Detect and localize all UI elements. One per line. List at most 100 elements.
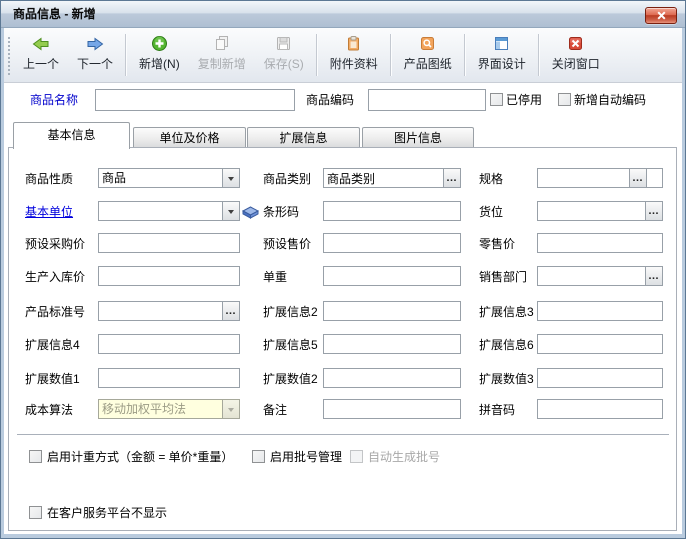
remark-input[interactable] (324, 400, 460, 418)
barcode-field[interactable] (323, 201, 461, 221)
dropdown-button[interactable] (222, 202, 239, 220)
arrow-left-icon (31, 34, 51, 53)
default-sale-price-field[interactable] (323, 233, 461, 253)
ext-info-3-field[interactable] (537, 301, 663, 321)
new-button[interactable]: 新增(N) (130, 28, 189, 82)
next-button[interactable]: 下一个 (68, 28, 122, 82)
base-unit-combo[interactable] (98, 201, 240, 221)
base-unit-link-label[interactable]: 基本单位 (25, 201, 73, 223)
base-unit-value (99, 202, 222, 220)
attachment-button-label: 附件资料 (330, 55, 378, 72)
stopped-checkbox[interactable] (490, 93, 503, 106)
ellipsis-icon: … (225, 306, 237, 316)
ellipsis-button[interactable]: … (222, 302, 239, 320)
chevron-down-icon (228, 210, 234, 217)
product-category-field[interactable]: … (323, 168, 461, 188)
ellipsis-button[interactable]: … (629, 169, 646, 187)
storage-location-label: 货位 (479, 201, 503, 223)
ext-value-3-field[interactable] (537, 368, 663, 388)
drawing-icon (419, 34, 436, 53)
ellipsis-button[interactable]: … (645, 267, 662, 285)
close-window-button[interactable]: 关闭窗口 (543, 28, 609, 82)
arrow-right-icon (85, 34, 105, 53)
ext-info-6-input[interactable] (538, 335, 662, 353)
new-button-label: 新增(N) (139, 55, 180, 72)
product-info-window: 商品信息 - 新增 上一个 下一个 新增(N) (0, 0, 686, 539)
ext-info-2-input[interactable] (324, 302, 460, 320)
production-price-field[interactable] (98, 266, 240, 286)
specification-extra-box[interactable] (646, 169, 662, 187)
stopped-checkbox-label: 已停用 (506, 89, 542, 111)
ext-info-5-field[interactable] (323, 334, 461, 354)
tab-image-info[interactable]: 图片信息 (362, 127, 474, 148)
tab-ext-info[interactable]: 扩展信息 (247, 127, 360, 148)
ellipsis-button[interactable]: … (645, 202, 662, 220)
close-window-button-label: 关闭窗口 (552, 55, 600, 72)
unit-weight-field[interactable] (323, 266, 461, 286)
pinyin-code-field[interactable] (537, 399, 663, 419)
remark-field[interactable] (323, 399, 461, 419)
product-drawing-button[interactable]: 产品图纸 (395, 28, 461, 82)
retail-price-label: 零售价 (479, 233, 515, 255)
default-purchase-price-input[interactable] (99, 234, 239, 252)
storage-location-field[interactable]: … (537, 201, 663, 221)
toolbar-separator (390, 34, 392, 76)
retail-price-field[interactable] (537, 233, 663, 253)
ext-value-2-field[interactable] (323, 368, 461, 388)
sales-department-input[interactable] (538, 267, 645, 285)
dropdown-button[interactable] (222, 169, 239, 187)
copy-new-button-label: 复制新增 (198, 55, 246, 72)
storage-location-input[interactable] (538, 202, 645, 220)
titlebar-close-button[interactable] (645, 7, 677, 24)
tab-basic-info[interactable]: 基本信息 (13, 122, 130, 149)
ext-info-2-field[interactable] (323, 301, 461, 321)
product-category-input[interactable] (324, 169, 443, 187)
specification-field[interactable]: … (537, 168, 663, 188)
ext-value-2-input[interactable] (324, 369, 460, 387)
pinyin-code-input[interactable] (538, 400, 662, 418)
barcode-input[interactable] (324, 202, 460, 220)
dropdown-button (222, 400, 239, 418)
ext-info-4-field[interactable] (98, 334, 240, 354)
ext-value-3-input[interactable] (538, 369, 662, 387)
autocode-checkbox[interactable] (558, 93, 571, 106)
ext-info-3-input[interactable] (538, 302, 662, 320)
ext-info-6-field[interactable] (537, 334, 663, 354)
sales-department-field[interactable]: … (537, 266, 663, 286)
attachment-button[interactable]: 附件资料 (321, 28, 387, 82)
specification-input[interactable] (538, 169, 629, 187)
unit-weight-input[interactable] (324, 267, 460, 285)
hide-on-platform-checkbox[interactable] (29, 506, 42, 519)
product-standard-no-field[interactable]: … (98, 301, 240, 321)
section-divider (17, 434, 669, 435)
toolbar-grip-handle[interactable] (6, 35, 11, 75)
default-sale-price-label: 预设售价 (263, 233, 311, 255)
remark-label: 备注 (263, 399, 287, 421)
auto-batch-checkbox (350, 450, 363, 463)
chevron-down-icon (228, 408, 234, 415)
tab-unit-price[interactable]: 单位及价格 (133, 127, 246, 148)
ui-design-button[interactable]: 界面设计 (469, 28, 535, 82)
product-code-input[interactable] (368, 89, 486, 111)
default-purchase-price-field[interactable] (98, 233, 240, 253)
ellipsis-button[interactable]: … (443, 169, 460, 187)
retail-price-input[interactable] (538, 234, 662, 252)
ui-design-button-label: 界面设计 (478, 55, 526, 72)
ext-info-5-input[interactable] (324, 335, 460, 353)
batch-mode-checkbox[interactable] (252, 450, 265, 463)
product-standard-no-input[interactable] (99, 302, 222, 320)
prev-button[interactable]: 上一个 (14, 28, 68, 82)
toolbar-separator (538, 34, 540, 76)
hide-on-platform-checkbox-label: 在客户服务平台不显示 (47, 502, 167, 524)
product-name-input[interactable] (95, 89, 295, 111)
ext-value-1-field[interactable] (98, 368, 240, 388)
product-nature-combo[interactable]: 商品 (98, 168, 240, 188)
sales-department-label: 销售部门 (479, 266, 527, 288)
ext-info-4-input[interactable] (99, 335, 239, 353)
ext-value-1-input[interactable] (99, 369, 239, 387)
production-price-input[interactable] (99, 267, 239, 285)
weight-mode-checkbox[interactable] (29, 450, 42, 463)
pinyin-code-label: 拼音码 (479, 399, 515, 421)
window-title: 商品信息 - 新增 (13, 1, 96, 27)
default-sale-price-input[interactable] (324, 234, 460, 252)
